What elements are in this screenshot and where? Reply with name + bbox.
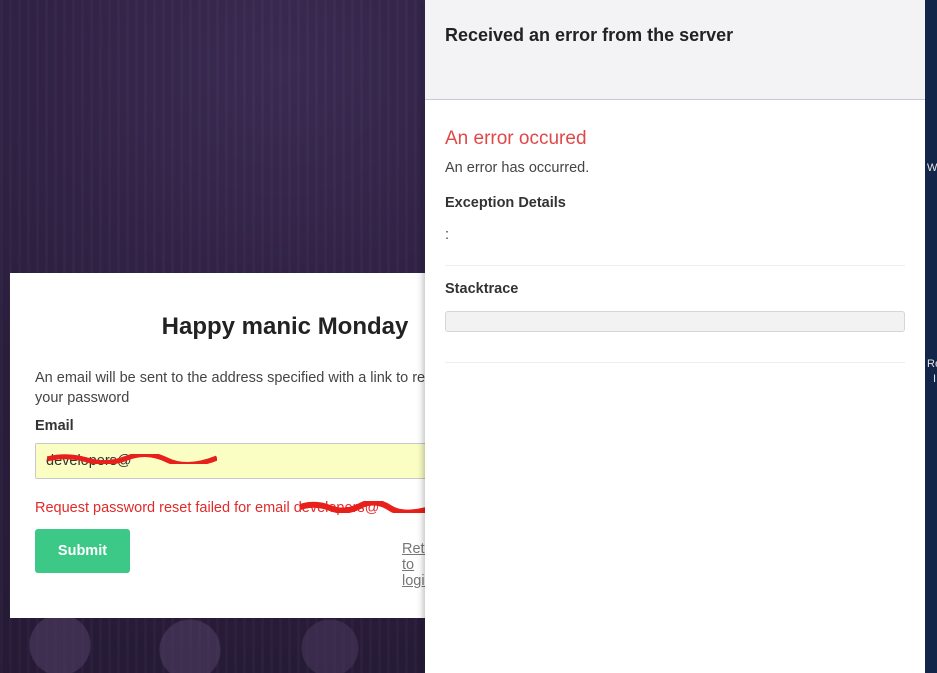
error-panel-header: Received an error from the server — [425, 0, 925, 100]
redaction-scribble — [300, 501, 440, 513]
exception-details-value: : — [445, 227, 450, 243]
edge-char: I — [933, 373, 937, 385]
edge-char: W — [927, 162, 937, 174]
reset-description: An email will be sent to the address spe… — [35, 370, 445, 406]
error-text: An error has occurred. — [445, 160, 590, 176]
stacktrace-label: Stacktrace — [445, 281, 519, 297]
error-panel: Received an error from the server An err… — [425, 0, 925, 673]
divider — [445, 265, 905, 266]
error-heading: An error occured — [445, 128, 587, 149]
error-panel-title: Received an error from the server — [445, 25, 734, 45]
background-window-edge — [925, 0, 937, 673]
submit-button[interactable]: Submit — [35, 529, 130, 573]
stacktrace-box — [445, 311, 905, 332]
edge-char: Re — [927, 358, 937, 370]
password-reset-card: Happy manic Monday An email will be sent… — [10, 273, 455, 618]
exception-details-label: Exception Details — [445, 195, 566, 211]
divider — [445, 362, 905, 363]
redaction-scribble — [47, 454, 217, 464]
email-label: Email — [35, 418, 74, 434]
